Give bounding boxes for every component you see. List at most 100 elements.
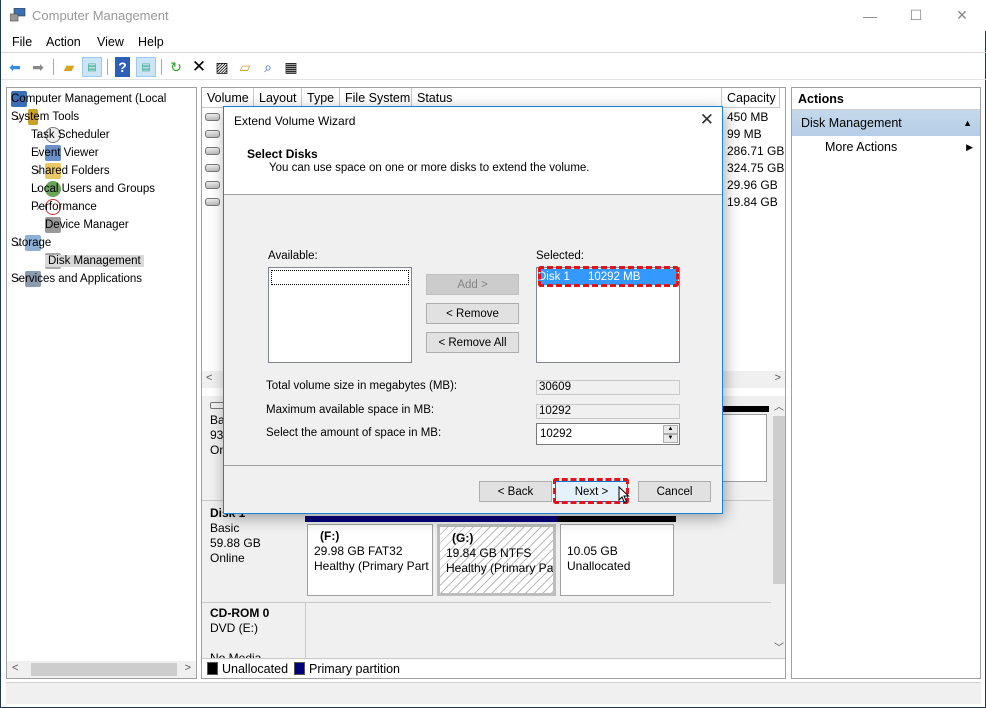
- stepper-buttons: ▲ ▼: [663, 425, 678, 443]
- column-header-status[interactable]: Status: [412, 88, 722, 108]
- partition-g-selected[interactable]: (G:) 19.84 GB NTFS Healthy (Primary Par: [435, 516, 558, 598]
- add-button[interactable]: Add >: [426, 274, 519, 295]
- column-header-volume[interactable]: Volume: [202, 88, 254, 108]
- divider: [202, 602, 771, 603]
- scroll-up-icon[interactable]: ︿: [774, 398, 784, 413]
- scroll-left-icon[interactable]: <: [12, 662, 18, 674]
- up-folder-icon[interactable]: ▰: [59, 57, 79, 77]
- tree-item-system-tools[interactable]: ⌄ System Tools: [11, 108, 79, 126]
- tree-item-task-scheduler[interactable]: › Task Scheduler: [31, 126, 110, 144]
- column-header-type[interactable]: Type: [302, 88, 340, 108]
- stepper-up-icon[interactable]: ▲: [663, 425, 678, 434]
- legend: Unallocated Primary partition: [202, 658, 785, 678]
- stepper-down-icon[interactable]: ▼: [663, 434, 678, 443]
- selected-label: Selected:: [536, 250, 584, 262]
- total-size-label: Total volume size in megabytes (MB):: [266, 380, 458, 392]
- close-button[interactable]: ✕: [939, 0, 985, 31]
- show-hide-tree-icon[interactable]: ▤: [82, 57, 102, 77]
- selected-disks-list[interactable]: Disk 1 10292 MB: [536, 267, 680, 363]
- action-more-actions[interactable]: More Actions ▶: [792, 136, 980, 158]
- extend-volume-wizard-dialog: Extend Volume Wizard ✕ Select Disks You …: [223, 106, 723, 514]
- open-icon[interactable]: ▱: [235, 57, 255, 77]
- scroll-down-icon[interactable]: ﹀: [774, 639, 784, 654]
- volume-icon: [205, 113, 220, 121]
- show-hide-action-pane-icon[interactable]: ▤: [136, 57, 156, 77]
- cdrom-0-label[interactable]: CD-ROM 0 DVD (E:) No Media: [202, 606, 304, 666]
- settings-icon[interactable]: ▦: [281, 57, 301, 77]
- tree-item-performance[interactable]: › Performance: [31, 198, 97, 216]
- maximize-icon: ☐: [909, 7, 923, 23]
- menu-bar: File Action View Help: [1, 31, 986, 53]
- help-icon[interactable]: ?: [115, 57, 130, 77]
- tree-item-computer-management[interactable]: Computer Management (Local: [11, 90, 166, 108]
- refresh-icon[interactable]: ↻: [166, 57, 186, 77]
- tree-item-storage[interactable]: ⌄ Storage: [11, 234, 51, 252]
- max-space-label: Maximum available space in MB:: [266, 404, 435, 416]
- scrollbar-thumb[interactable]: [773, 416, 785, 584]
- disk-view-vertical-scrollbar[interactable]: ︿ ﹀: [771, 396, 785, 656]
- dialog-heading: Select Disks: [247, 147, 318, 161]
- menu-help[interactable]: Help: [138, 35, 164, 49]
- scroll-right-icon[interactable]: >: [185, 662, 191, 674]
- maximize-button[interactable]: ☐: [893, 0, 939, 31]
- tree-item-local-users-groups[interactable]: › Local Users and Groups: [31, 180, 155, 198]
- partition-unallocated[interactable]: 10.05 GB Unallocated: [558, 516, 676, 598]
- tree-item-device-manager[interactable]: Device Manager: [45, 216, 129, 234]
- partition-f[interactable]: (F:) 29.98 GB FAT32 Healthy (Primary Par…: [305, 516, 435, 598]
- status-bar: [6, 682, 981, 704]
- actions-header: Actions: [792, 88, 980, 110]
- volume-icon: [205, 164, 220, 172]
- delete-icon[interactable]: ✕: [189, 57, 209, 77]
- dialog-header: Select Disks You can use space on one or…: [224, 135, 722, 195]
- volume-icon: [205, 181, 220, 189]
- scroll-right-icon[interactable]: >: [775, 372, 781, 384]
- divider: [305, 602, 306, 662]
- remove-all-button[interactable]: < Remove All: [426, 332, 519, 353]
- tree-item-shared-folders[interactable]: › Shared Folders: [31, 162, 110, 180]
- column-header-layout[interactable]: Layout: [254, 88, 302, 108]
- volume-icon: [205, 147, 220, 155]
- dialog-title: Extend Volume Wizard: [234, 114, 356, 128]
- menu-action[interactable]: Action: [46, 35, 81, 49]
- volume-icon: [205, 198, 220, 206]
- volume-icon: [205, 130, 220, 138]
- cancel-button[interactable]: Cancel: [638, 481, 711, 502]
- tree-item-disk-management[interactable]: Disk Management: [45, 252, 144, 270]
- back-icon[interactable]: ⬅: [5, 57, 25, 77]
- column-header-capacity[interactable]: Capacity: [722, 88, 780, 108]
- title-bar: Computer Management — ☐ ✕: [1, 0, 986, 31]
- menu-view[interactable]: View: [97, 35, 124, 49]
- toolbar: ⬅ ➡ ▰ ▤ ? ▤ ↻ ✕ ▨ ▱ ⌕ ▦: [1, 54, 986, 80]
- minimize-button[interactable]: —: [847, 0, 893, 31]
- available-label: Available:: [268, 250, 318, 262]
- window-title: Computer Management: [32, 8, 169, 23]
- scrollbar-thumb[interactable]: [31, 663, 177, 676]
- navigation-tree: Computer Management (Local ⌄ System Tool…: [6, 87, 197, 679]
- close-icon: ✕: [956, 7, 968, 23]
- find-icon[interactable]: ⌕: [258, 57, 278, 77]
- available-disks-list[interactable]: [268, 267, 412, 363]
- back-button[interactable]: < Back: [479, 481, 552, 502]
- max-space-field: 10292: [536, 404, 680, 419]
- dialog-close-icon[interactable]: ✕: [700, 110, 714, 130]
- menu-file[interactable]: File: [12, 35, 32, 49]
- remove-button[interactable]: < Remove: [426, 303, 519, 324]
- tree-item-event-viewer[interactable]: › Event Viewer: [31, 144, 99, 162]
- column-header-file-system[interactable]: File System: [340, 88, 412, 108]
- computer-management-window: Computer Management — ☐ ✕ File Action Vi…: [0, 0, 986, 708]
- dialog-title-bar: Extend Volume Wizard ✕: [224, 107, 722, 135]
- disk-1-label[interactable]: Disk 1 Basic 59.88 GB Online: [202, 506, 304, 566]
- properties-icon[interactable]: ▨: [212, 57, 232, 77]
- actions-section-disk-management[interactable]: Disk Management ▲: [792, 110, 980, 136]
- focus-rect: [271, 270, 409, 285]
- selected-disk-item[interactable]: Disk 1 10292 MB: [538, 269, 678, 285]
- select-space-label: Select the amount of space in MB:: [266, 427, 442, 439]
- dialog-subheading: You can use space on one or more disks t…: [269, 162, 590, 174]
- tree-horizontal-scrollbar[interactable]: < >: [7, 661, 196, 678]
- primary-partition-bar: [305, 516, 435, 522]
- scroll-left-icon[interactable]: <: [206, 372, 212, 384]
- tree-item-services-applications[interactable]: › Services and Applications: [11, 270, 142, 288]
- forward-icon[interactable]: ➡: [28, 57, 48, 77]
- space-amount-stepper[interactable]: 10292 ▲ ▼: [536, 423, 680, 445]
- collapse-up-icon[interactable]: ▲: [963, 110, 972, 136]
